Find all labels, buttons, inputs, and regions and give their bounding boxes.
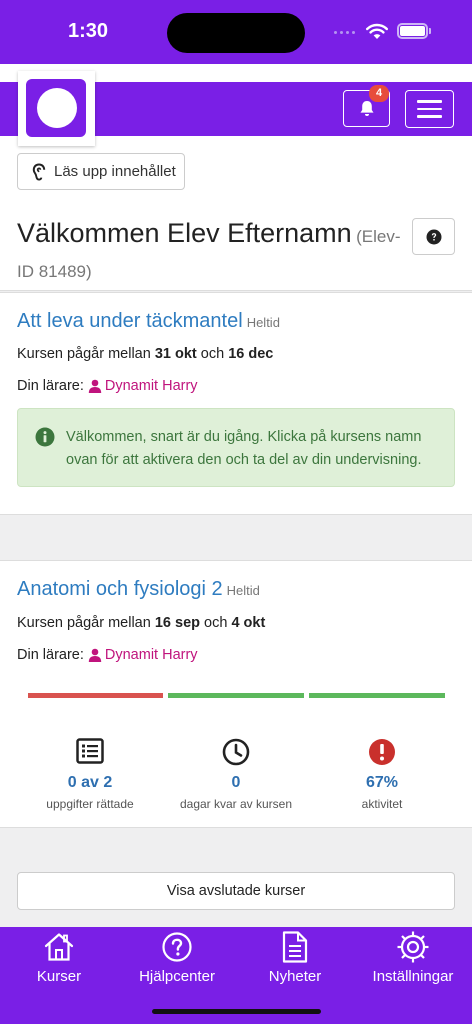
end-date: 16 dec (228, 346, 274, 362)
progress-segment (168, 693, 304, 698)
stat-value: 67% (365, 774, 399, 791)
status-time: 1:30 (68, 20, 109, 42)
welcome-alert: Välkommen, snart är du igång. Klicka på … (17, 408, 455, 487)
cellular-signal-icon (334, 31, 355, 34)
tab-label: Hjälpcenter (139, 968, 215, 985)
stat-days-left: 0 dagar kvar av kursen (161, 738, 311, 811)
help-circle-icon (162, 932, 192, 962)
course-type-tag: Heltid (246, 315, 280, 330)
course-title-link[interactable]: Anatomi och fysiologi 2 Heltid (17, 578, 260, 601)
notification-badge: 4 (369, 85, 389, 102)
start-date: 31 okt (154, 346, 197, 362)
progress-segment (309, 693, 445, 698)
read-aloud-button[interactable]: Läs upp innehållet (17, 153, 185, 190)
tab-label: Kurser (36, 968, 82, 985)
tab-label: Inställningar (372, 968, 454, 985)
teacher-name[interactable]: Dynamit Harry (105, 378, 198, 394)
dates-between: och (204, 615, 228, 631)
tab-help-center[interactable]: Hjälpcenter (118, 930, 236, 985)
tab-news[interactable]: Nyheter (236, 930, 354, 985)
battery-cap (429, 28, 431, 34)
progress-segment (28, 693, 163, 698)
main-content[interactable]: 4 Läs upp innehållet Välkommen Elev Efte… (0, 64, 472, 927)
course-card: Anatomi och fysiologi 2 Heltid Kursen påg… (0, 560, 472, 828)
stat-value: 0 av 2 (67, 774, 113, 791)
teacher-row: Din lärare: Dynamit Harry (17, 378, 198, 394)
course-title[interactable]: Anatomi och fysiologi 2 (17, 578, 223, 600)
tab-settings[interactable]: Inställningar (354, 930, 472, 985)
course-type-tag: Heltid (226, 583, 260, 598)
show-closed-courses-button[interactable]: Visa avslutade kurser (17, 872, 455, 910)
user-icon (88, 379, 102, 393)
stat-activity: 67% aktivitet (307, 738, 457, 811)
document-icon (282, 931, 308, 963)
teacher-label: Din lärare: (17, 378, 84, 394)
stat-label: dagar kvar av kursen (179, 797, 293, 811)
notifications-button[interactable]: 4 (343, 85, 390, 127)
menu-line (417, 115, 442, 118)
menu-line (417, 107, 442, 111)
teacher-row: Din lärare: Dynamit Harry (17, 647, 198, 663)
teacher-link[interactable]: Dynamit Harry (88, 647, 198, 663)
read-aloud-label: Läs upp innehållet (54, 163, 176, 180)
question-circle-icon (426, 229, 441, 244)
welcome-heading: Välkommen Elev Efternamn (Elev-ID 81489) (17, 216, 407, 290)
tab-courses[interactable]: Kurser (0, 930, 118, 985)
course-dates: Kursen pågår mellan 16 sep och 4 okt (17, 615, 265, 631)
tab-label: Nyheter (268, 968, 322, 985)
home-icon (44, 933, 74, 961)
menu-line (417, 100, 442, 103)
wifi-icon (366, 23, 388, 39)
bell-icon (360, 101, 373, 116)
user-icon (88, 648, 102, 662)
logo-circle (37, 88, 77, 128)
dynamic-island (167, 13, 305, 53)
course-title-link[interactable]: Att leva under täckmantel Heltid (17, 310, 280, 333)
course-dates: Kursen pågår mellan 31 okt och 16 dec (17, 346, 273, 362)
gear-icon (397, 931, 429, 963)
home-indicator (152, 1009, 321, 1014)
course-card: Att leva under täckmantel Heltid Kursen p… (0, 292, 472, 515)
school-logo[interactable] (18, 71, 95, 146)
logo-mark (26, 79, 86, 137)
info-icon (35, 427, 55, 447)
alert-circle-icon (369, 739, 395, 765)
battery-icon (397, 23, 428, 39)
help-button[interactable] (412, 218, 455, 255)
stat-value: 0 (231, 774, 241, 791)
teacher-name[interactable]: Dynamit Harry (105, 647, 198, 663)
list-icon (76, 738, 104, 764)
menu-button[interactable] (405, 90, 454, 128)
stat-label: aktivitet (361, 797, 403, 811)
teacher-label: Din lärare: (17, 647, 84, 663)
teacher-link[interactable]: Dynamit Harry (88, 378, 198, 394)
stat-graded-assignments: 0 av 2 uppgifter rättade (15, 738, 165, 811)
course-title[interactable]: Att leva under täckmantel (17, 310, 243, 332)
alert-text: Välkommen, snart är du igång. Klicka på … (66, 429, 422, 468)
end-date: 4 okt (231, 615, 266, 631)
dates-prefix: Kursen pågår mellan (17, 615, 151, 631)
stat-label: uppgifter rättade (46, 797, 134, 811)
clock-icon (222, 738, 250, 766)
welcome-name: Välkommen Elev Efternamn (17, 218, 352, 248)
ear-icon (32, 163, 46, 180)
status-bar: 1:30 (0, 0, 472, 64)
dates-prefix: Kursen pågår mellan (17, 346, 151, 362)
start-date: 16 sep (154, 615, 200, 631)
dates-between: och (200, 346, 225, 362)
